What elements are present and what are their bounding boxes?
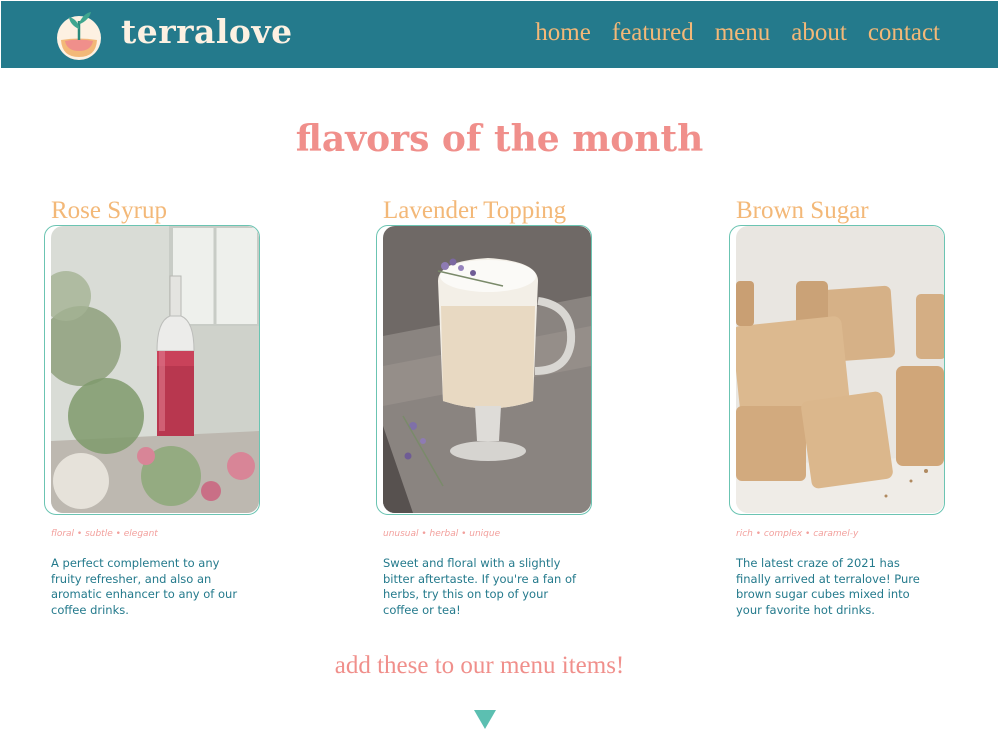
flavor-tags: floral • subtle • elegant	[51, 529, 158, 539]
nav-about[interactable]: about	[791, 16, 847, 50]
flavor-image-frame	[729, 225, 950, 515]
add-to-menu-cta[interactable]: add these to our menu items!	[0, 652, 959, 680]
flavor-name: Rose Syrup	[51, 197, 167, 224]
nav-menu[interactable]: menu	[715, 16, 771, 50]
flavor-card-brown-sugar: Brown Sugar rich • complex • caramel-y T…	[729, 194, 996, 618]
flavor-image-frame	[376, 225, 597, 515]
nav-contact[interactable]: contact	[868, 16, 940, 50]
flavor-description: Sweet and floral with a slightly bitter …	[383, 556, 577, 617]
brand-name[interactable]: terralove	[121, 12, 293, 51]
flavor-card-rose-syrup: Rose Syrup floral • subtle • elegant A p…	[44, 194, 311, 618]
flavor-name: Lavender Topping	[383, 197, 567, 224]
lavender-latte-photo[interactable]	[383, 226, 591, 513]
flavor-description: The latest craze of 2021 has finally arr…	[736, 556, 920, 617]
nav-featured[interactable]: featured	[612, 16, 694, 50]
site-header: terralove home featured menu about conta…	[1, 1, 998, 68]
plant-bowl-icon[interactable]	[56, 7, 102, 61]
flavor-description: A perfect complement to any fruity refre…	[51, 556, 238, 617]
brown-sugar-cubes-photo[interactable]	[736, 226, 944, 513]
flavor-tags: rich • complex • caramel-y	[736, 529, 859, 539]
flavor-name: Brown Sugar	[736, 197, 869, 224]
page-title: flavors of the month	[295, 118, 704, 160]
flavor-tags: unusual • herbal • unique	[383, 529, 501, 539]
rose-syrup-bottle-photo[interactable]	[51, 226, 259, 513]
flavor-card-lavender-topping: Lavender Topping unusual • herbal • uniq…	[376, 194, 643, 618]
nav-home[interactable]: home	[535, 16, 591, 50]
flavor-image-frame	[44, 225, 265, 515]
down-triangle-icon[interactable]	[474, 710, 496, 729]
main-nav: home featured menu about contact	[535, 16, 940, 50]
